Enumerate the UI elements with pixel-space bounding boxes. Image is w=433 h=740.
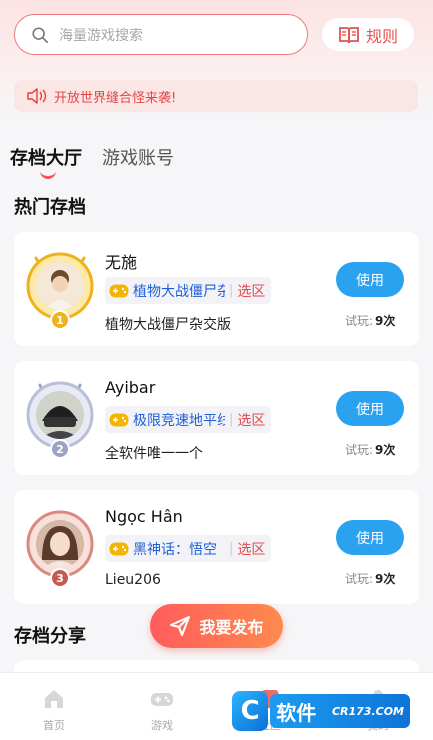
game-tag[interactable]: 植物大战僵尸杂交版 | 选区 — [105, 277, 271, 304]
region-link[interactable]: 选区 — [237, 539, 265, 559]
trial-count: 试玩: 9次 — [345, 570, 395, 587]
rules-button[interactable]: 规则 — [322, 18, 414, 51]
nav-label: 首页 — [43, 719, 65, 732]
save-description: 全软件唯一一个 — [105, 446, 203, 462]
publish-label: 我要发布 — [199, 618, 264, 637]
tab-bar: 存档大厅 游戏账号 — [10, 144, 174, 179]
tab-label: 存档大厅 — [10, 148, 82, 169]
trial-value: 9次 — [375, 314, 396, 328]
save-description: Lieu206 — [105, 572, 161, 588]
rules-label: 规则 — [365, 26, 398, 46]
notice-text: 开放世界缝合怪来袭! — [54, 90, 177, 106]
game-name: 黑神话：悟空 — [133, 541, 217, 558]
nav-games[interactable]: 游戏 — [108, 673, 216, 740]
tab-game-accounts[interactable]: 游戏账号 — [102, 144, 174, 170]
avatar: 1 — [22, 248, 98, 332]
game-separator: | — [229, 412, 234, 427]
trial-value: 9次 — [375, 443, 396, 457]
share-saves-title: 存档分享 — [14, 626, 86, 647]
search-bar[interactable]: 海量游戏搜索 — [14, 14, 308, 55]
user-name: Ayibar — [105, 378, 156, 397]
use-button[interactable]: 使用 — [336, 262, 404, 297]
game-separator: | — [229, 541, 234, 556]
send-icon — [170, 616, 191, 636]
rank-badge: 1 — [50, 310, 70, 330]
gamepad-icon — [109, 413, 129, 426]
save-card[interactable]: 1 无施 植物大战僵尸杂交版 | 选区 植物大战僵尸杂交版 使用 试玩:9次 — [14, 232, 419, 346]
region-link[interactable]: 选区 — [237, 410, 265, 430]
search-placeholder: 海量游戏搜索 — [59, 27, 143, 44]
game-tag[interactable]: 极限竞速地平线 | 选区 — [105, 406, 271, 433]
gamepad-icon — [109, 284, 129, 297]
tab-save-hall[interactable]: 存档大厅 — [10, 144, 82, 179]
save-card[interactable]: 2 Ayibar 极限竞速地平线 | 选区 全软件唯一一个 使用 试玩: 9次 — [14, 361, 419, 475]
avatar: 3 — [22, 506, 98, 590]
trial-label: 试玩: — [345, 572, 374, 586]
game-separator: | — [229, 283, 234, 298]
save-card[interactable]: 3 Ngọc Hân 黑神话：悟空 | 选区 Lieu206 使用 试玩: 9次 — [14, 490, 419, 604]
game-name: 极限竞速地平线 — [133, 412, 225, 429]
avatar-image — [36, 520, 84, 568]
game-tag[interactable]: 黑神话：悟空 | 选区 — [105, 535, 271, 562]
nav-label: 游戏 — [151, 719, 173, 732]
watermark-logo-icon: C — [232, 691, 269, 731]
watermark-sub: CR173.COM — [331, 704, 404, 718]
watermark-main: 西西软件园 — [276, 671, 317, 740]
region-link[interactable]: 选区 — [237, 281, 265, 301]
avatar: 2 — [22, 377, 98, 461]
nav-home[interactable]: 首页 — [0, 673, 108, 740]
save-description: 植物大战僵尸杂交版 — [105, 317, 231, 333]
notice-banner[interactable]: 开放世界缝合怪来袭! — [14, 80, 418, 112]
book-icon — [339, 26, 359, 43]
user-name: 无施 — [105, 253, 138, 272]
watermark: C 西西软件园 CR173.COM — [232, 672, 410, 740]
gamepad-icon — [109, 542, 129, 555]
watermark-text: 西西软件园 CR173.COM — [270, 672, 410, 740]
trial-label: 试玩: — [345, 314, 374, 328]
trial-label: 试玩: — [345, 443, 374, 457]
speaker-icon — [27, 88, 47, 104]
hot-saves-title: 热门存档 — [14, 197, 86, 218]
trial-value: 9次 — [375, 572, 396, 586]
use-button[interactable]: 使用 — [336, 520, 404, 555]
rank-badge: 2 — [50, 439, 70, 459]
active-tab-indicator — [40, 171, 56, 179]
avatar-image — [36, 391, 84, 439]
publish-button[interactable]: 我要发布 — [150, 604, 283, 648]
game-name: 植物大战僵尸杂交版 — [133, 283, 225, 300]
rank-badge: 3 — [50, 568, 70, 588]
search-icon — [32, 26, 49, 43]
use-button[interactable]: 使用 — [336, 391, 404, 426]
user-name: Ngọc Hân — [105, 507, 183, 526]
trial-count: 试玩: 9次 — [345, 312, 395, 329]
trial-count: 试玩: 9次 — [345, 441, 395, 458]
avatar-image — [36, 262, 84, 310]
tab-label: 游戏账号 — [102, 148, 174, 169]
gamepad-icon — [151, 693, 173, 706]
home-icon — [45, 690, 63, 708]
